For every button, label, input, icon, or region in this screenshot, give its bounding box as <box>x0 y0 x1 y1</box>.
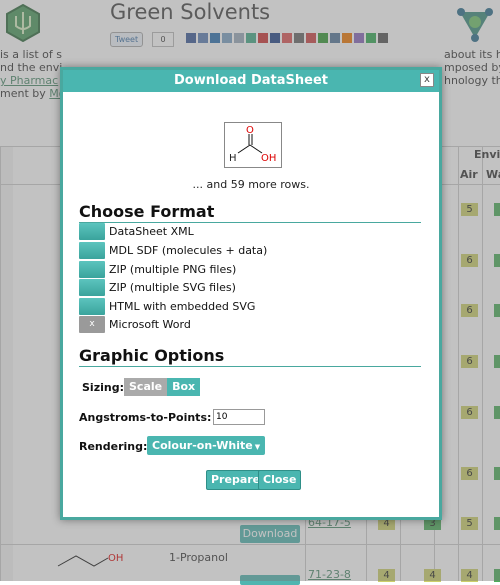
rendering-dropdown[interactable]: Colour-on-White ▼ <box>147 436 266 455</box>
checkbox[interactable] <box>79 260 105 278</box>
format-option-html-svg[interactable]: HTML with embedded SVG <box>79 297 255 315</box>
format-option-mdl-sdf[interactable]: MDL SDF (molecules + data) <box>79 241 267 259</box>
sizing-box-option[interactable]: Box <box>167 378 201 396</box>
download-datasheet-dialog: Download DataSheet x O H OH ... and 59 m… <box>60 67 442 520</box>
close-button[interactable]: Close <box>258 470 302 490</box>
graphic-options-heading: Graphic Options <box>79 346 421 367</box>
format-option-zip-png[interactable]: ZIP (multiple PNG files) <box>79 260 236 278</box>
molecule-preview: O H OH <box>224 122 282 168</box>
svg-text:O: O <box>246 125 254 136</box>
format-option-word[interactable]: x Microsoft Word <box>79 315 191 333</box>
rendering-label: Rendering: <box>79 440 148 453</box>
more-rows-note: ... and 59 more rows. <box>192 178 310 191</box>
checkbox[interactable]: x <box>79 315 105 333</box>
angstroms-input[interactable] <box>213 409 265 425</box>
prepare-button[interactable]: Prepare <box>206 470 266 490</box>
dialog-title: Download DataSheet <box>63 70 439 92</box>
choose-format-heading: Choose Format <box>79 202 421 223</box>
sizing-toggle[interactable]: Scale Box <box>124 378 201 396</box>
sizing-label: Sizing: <box>82 381 124 394</box>
sizing-scale-option[interactable]: Scale <box>124 378 168 396</box>
svg-text:OH: OH <box>261 153 276 164</box>
checkbox[interactable] <box>79 241 105 259</box>
svg-text:H: H <box>229 153 237 164</box>
format-option-zip-svg[interactable]: ZIP (multiple SVG files) <box>79 278 236 296</box>
checkbox[interactable] <box>79 222 105 240</box>
checkbox[interactable] <box>79 297 105 315</box>
close-icon[interactable]: x <box>420 73 434 87</box>
angstroms-label: Angstroms-to-Points: <box>79 411 212 424</box>
chevron-down-icon: ▼ <box>254 443 261 451</box>
checkbox[interactable] <box>79 278 105 296</box>
format-option-datasheet-xml[interactable]: DataSheet XML <box>79 222 194 240</box>
